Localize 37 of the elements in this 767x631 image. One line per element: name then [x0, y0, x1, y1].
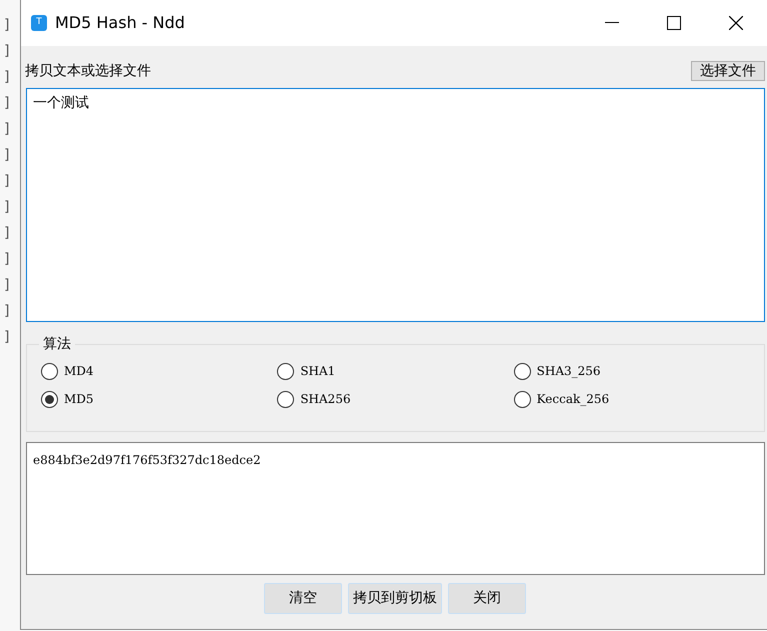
background-bracket: ]	[3, 224, 10, 243]
input-label: 拷贝文本或选择文件	[25, 62, 151, 80]
radio-icon[interactable]	[41, 362, 58, 380]
action-button[interactable]: 关闭	[448, 583, 526, 614]
radio-icon[interactable]	[277, 390, 294, 408]
background-bracket: ]	[3, 146, 10, 165]
radio-icon[interactable]	[41, 390, 58, 408]
radio-option[interactable]: SHA256	[277, 389, 514, 409]
background-bracket: ]	[3, 276, 10, 295]
background-bracket: ]	[3, 172, 10, 191]
minimize-icon	[605, 22, 619, 24]
background-bracket: ]	[3, 250, 10, 269]
close-icon	[729, 16, 743, 30]
window-title: MD5 Hash - Ndd	[55, 12, 186, 34]
background-bracket: ]	[3, 302, 10, 321]
radio-icon[interactable]	[514, 362, 531, 380]
background-bracket: ]	[3, 328, 10, 347]
action-button[interactable]: 清空	[264, 583, 342, 614]
maximize-icon	[667, 16, 681, 30]
background-bracket: ]	[3, 68, 10, 87]
radio-option[interactable]: Keccak_256	[514, 389, 750, 409]
radio-icon[interactable]	[277, 362, 294, 380]
action-button[interactable]: 拷贝到剪切板	[348, 583, 442, 614]
background-bracket: ]	[3, 198, 10, 217]
radio-option[interactable]: MD5	[41, 389, 278, 409]
radio-icon[interactable]	[514, 390, 531, 408]
input-text-area[interactable]: 一个测试	[26, 88, 765, 322]
app-icon: T	[31, 15, 47, 31]
radio-option[interactable]: SHA3_256	[514, 361, 750, 381]
background-bracket: ]	[3, 120, 10, 139]
radio-option[interactable]: MD4	[41, 361, 278, 381]
background-bracket: ]	[3, 16, 10, 35]
output-text-area[interactable]: e884bf3e2d97f176f53f327dc18edce2	[26, 442, 765, 575]
radio-option[interactable]: SHA1	[277, 361, 514, 381]
choose-file-button[interactable]: 选择文件	[691, 61, 765, 81]
background-bracket: ]	[3, 42, 10, 61]
background-bracket: ]	[3, 94, 10, 113]
